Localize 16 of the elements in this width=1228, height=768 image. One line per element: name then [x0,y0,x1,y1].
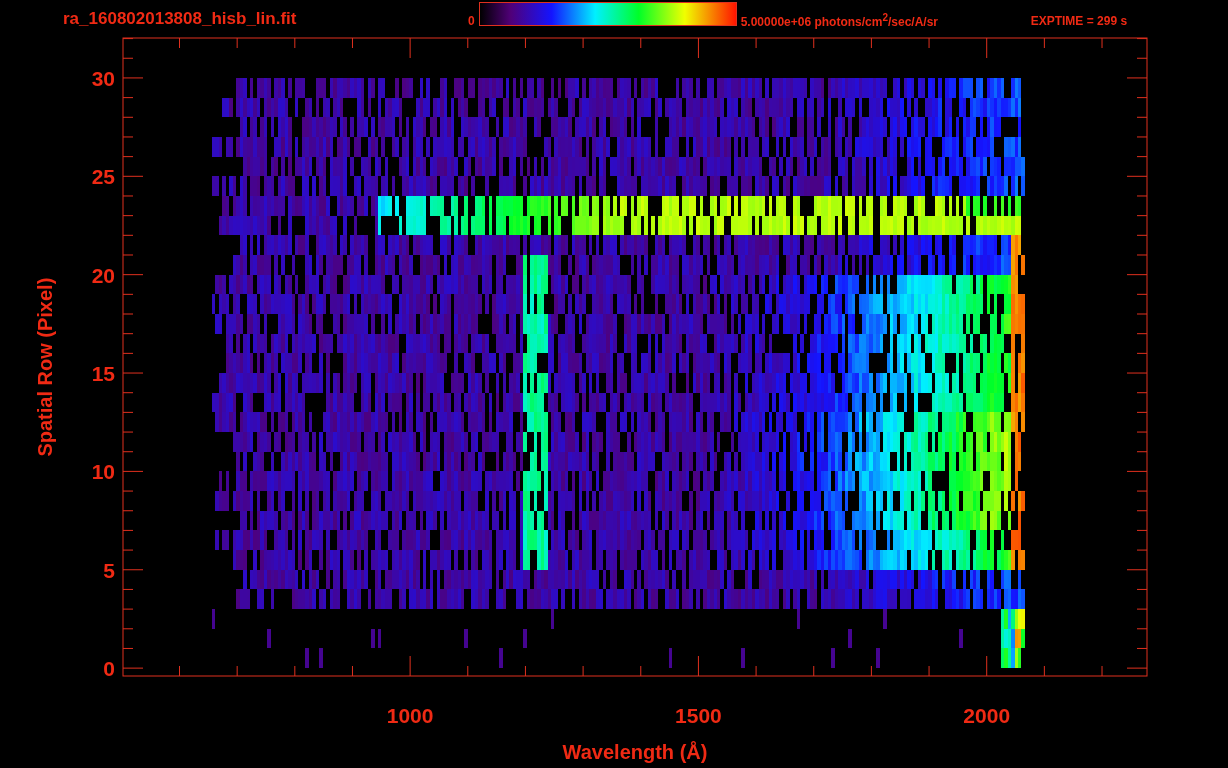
y-tick-label: 5 [103,558,115,582]
x-tick-label: 1500 [675,704,722,727]
x-tick-label: 2000 [963,704,1011,727]
y-tick-label: 10 [91,460,115,484]
file-title: ra_160802013808_hisb_lin.fit [63,8,298,29]
exposure-time: EXPTIME = 299 s [1030,13,1128,28]
colorbar-max-label: 5.00000e+06 photons/cm$^{2}$/sec/A/sr [740,12,940,29]
y-tick-label: 20 [91,263,115,287]
y-tick-label: 25 [91,165,115,189]
y-tick-label: 30 [91,66,115,90]
y-axis-title: Spatial Row (Pixel) [34,277,56,457]
x-axis-title: Wavelength (Å) [562,741,708,763]
y-tick-label: 15 [91,362,115,386]
x-tick-label: 1000 [386,704,434,727]
y-tick-label: 0 [103,657,115,681]
colorbar-min-label: 0 [468,13,475,28]
